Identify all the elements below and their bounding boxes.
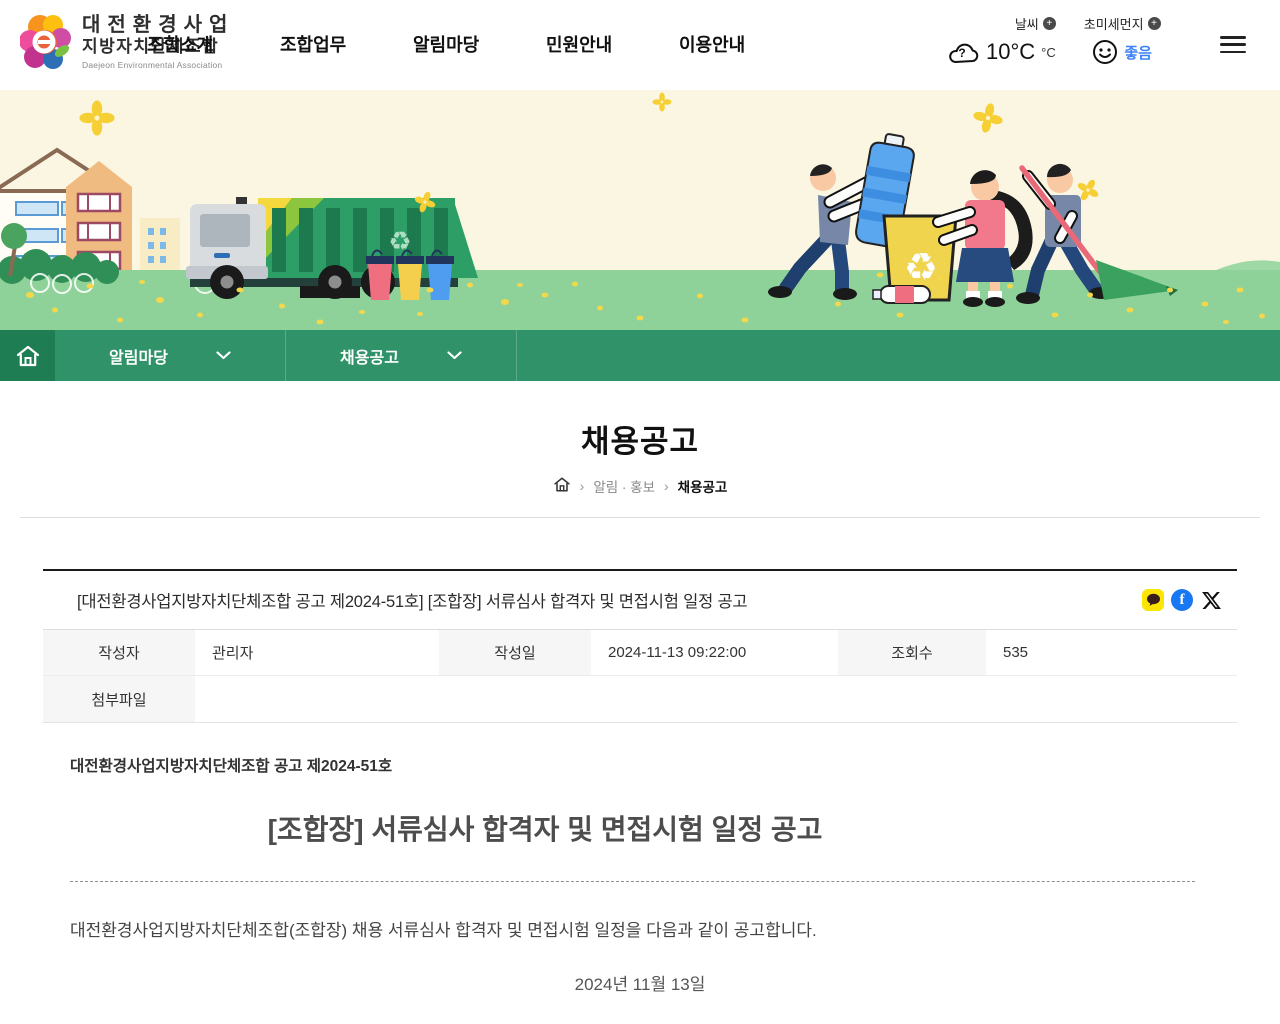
meta-date-label: 작성일 — [439, 630, 591, 675]
facebook-icon: f — [1171, 589, 1193, 611]
dashed-divider — [70, 881, 1195, 882]
chevron-down-icon — [447, 351, 462, 360]
share-buttons: f — [1141, 588, 1223, 612]
header: 대전환경사업 지방자치단체조합 Daejeon Environmental As… — [0, 0, 1280, 90]
weather-label: 날씨 — [1014, 17, 1039, 32]
subnav-menu-recruit-label: 채용공고 — [340, 349, 399, 367]
home-icon — [553, 477, 570, 492]
breadcrumb-item-notice[interactable]: 알림 · 홍보 — [593, 476, 655, 496]
logo-subtitle: Daejeon Environmental Association — [82, 59, 223, 70]
subnav-menu-notice[interactable]: 알림마당 — [55, 330, 286, 381]
weather-widget: 날씨 + ? 10°C °C 초미세먼지 + 좋음 — [948, 14, 1161, 65]
nav-item-business[interactable]: 조합업무 — [280, 31, 390, 57]
article-body: 대전환경사업지방자치단체조합 공고 제2024-51호 [조합장] 서류심사 합… — [70, 754, 1210, 1024]
meta-author-label: 작성자 — [43, 630, 195, 675]
svg-text:?: ? — [958, 46, 965, 60]
meta-author-value: 관리자 — [212, 645, 254, 662]
svg-text:♻: ♻ — [904, 247, 938, 289]
fine-dust-expand-icon[interactable]: + — [1147, 17, 1161, 30]
subnav: 알림마당 채용공고 — [0, 330, 1280, 381]
hero-illustration: ♻ ♻ — [0, 90, 1280, 330]
breadcrumb: › 알림 · 홍보 › 채용공고 — [0, 476, 1280, 496]
nav-item-notice[interactable]: 알림마당 — [413, 31, 523, 57]
home-icon — [16, 345, 39, 366]
subnav-home-button[interactable] — [0, 330, 55, 381]
breadcrumb-current: 채용공고 — [677, 480, 728, 495]
fine-dust-status: 좋음 — [1124, 44, 1152, 62]
fine-dust-block: 초미세먼지 + 좋음 — [1084, 14, 1161, 65]
body-heading: [조합장] 서류심사 합격자 및 면접시험 일정 공고 — [267, 814, 823, 845]
smiley-face-icon — [1093, 40, 1118, 64]
body-paragraph: 대전환경사업지방자치단체조합(조합장) 채용 서류심사 합격자 및 면접시험 일… — [70, 921, 817, 940]
kakao-icon — [1142, 589, 1164, 611]
subnav-menu-notice-label: 알림마당 — [109, 349, 168, 367]
article-title-bar: [대전환경사업지방자치단체조합 공고 제2024-51호] [조합장] 서류심사… — [43, 569, 1237, 630]
meta-row: 작성자 관리자 작성일 2024-11-13 09:22:00 조회수 535 — [43, 630, 1237, 676]
meta-views-label: 조회수 — [838, 630, 986, 675]
share-x-button[interactable] — [1199, 588, 1223, 612]
temperature-unit: °C — [1041, 44, 1056, 60]
chevron-down-icon — [216, 351, 231, 360]
article-title: [대전환경사업지방자치단체조합 공고 제2024-51호] [조합장] 서류심사… — [77, 593, 748, 611]
page-title: 채용공고 — [580, 424, 700, 459]
share-facebook-button[interactable]: f — [1170, 588, 1194, 612]
page: 대전환경사업 지방자치단체조합 Daejeon Environmental As… — [0, 0, 1280, 1024]
meta-attachment-label: 첨부파일 — [43, 676, 195, 722]
fine-dust-label: 초미세먼지 — [1083, 17, 1144, 32]
nav-item-guide[interactable]: 이용안내 — [679, 31, 789, 57]
cloud-icon: ? — [949, 43, 979, 63]
meta-row: 첨부파일 — [43, 676, 1237, 722]
article-meta-table: 작성자 관리자 작성일 2024-11-13 09:22:00 조회수 535 … — [43, 630, 1237, 723]
breadcrumb-separator: › — [579, 478, 585, 494]
breadcrumb-home-button[interactable] — [553, 476, 571, 496]
menu-icon[interactable] — [1220, 36, 1246, 53]
breadcrumb-separator: › — [664, 478, 669, 494]
body-date: 2024년 11월 13일 — [574, 975, 706, 994]
logo-blob-icon — [20, 15, 71, 69]
meta-attachment-value — [195, 676, 1237, 722]
meta-date-value: 2024-11-13 09:22:00 — [608, 644, 747, 661]
hero-banner: ♻ ♻ — [0, 90, 1280, 330]
weather-expand-icon[interactable]: + — [1042, 17, 1056, 30]
weather-block: 날씨 + ? 10°C °C — [948, 14, 1056, 65]
meta-views-value: 535 — [1003, 644, 1029, 661]
share-kakao-button[interactable] — [1141, 588, 1165, 612]
x-icon — [1201, 591, 1221, 609]
nav-item-about[interactable]: 조합소개 — [147, 31, 257, 57]
section-divider — [20, 517, 1260, 518]
notice-number: 대전환경사업지방자치단체조합 공고 제2024-51호 — [70, 758, 393, 775]
temperature-value: 10°C — [986, 39, 1036, 64]
content-section: 채용공고 › 알림 · 홍보 › 채용공고 [대전환경사업지방자치단체조합 공고… — [0, 381, 1280, 1024]
body-signature: 대전환경사업지방자치단체조합 조합장후보 추천위원회 위원장 — [70, 1018, 1210, 1024]
nav-item-civil[interactable]: 민원안내 — [546, 31, 656, 57]
subnav-menu-recruit[interactable]: 채용공고 — [286, 330, 517, 381]
